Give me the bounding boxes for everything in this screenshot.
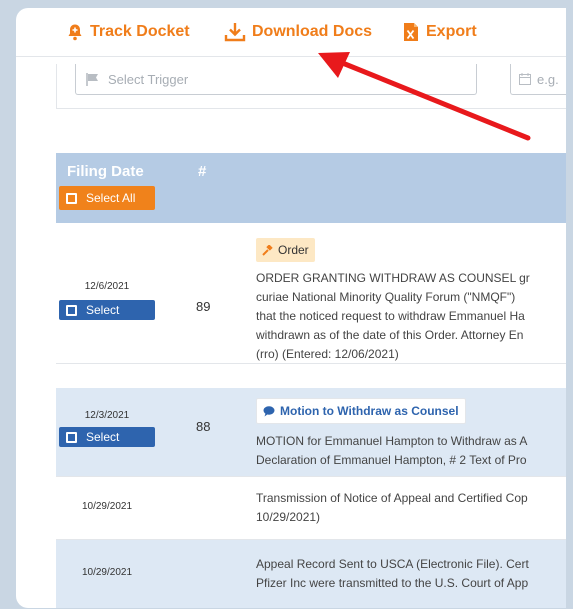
checkbox-icon	[66, 192, 77, 204]
description-line: MOTION for Emmanuel Hampton to Withdraw …	[256, 434, 528, 448]
checkbox-icon	[66, 431, 77, 443]
entry-number: 88	[196, 419, 211, 434]
description-line: 10/29/2021)	[256, 510, 321, 524]
order-badge[interactable]: Order	[256, 238, 315, 262]
table-row: 10/29/2021 Appeal Record Sent to USCA (E…	[56, 540, 566, 608]
filing-date: 12/3/2021	[84, 410, 130, 421]
excel-icon	[404, 23, 418, 41]
select-all-label: Select All	[86, 191, 136, 205]
download-docs-button[interactable]: Download Docs	[224, 21, 372, 43]
date-placeholder: e.g.	[537, 71, 559, 87]
number-header[interactable]: #	[198, 163, 206, 180]
entry-number: 89	[196, 299, 211, 314]
filing-date-header[interactable]: Filing Date	[67, 163, 144, 180]
table-row: 12/6/2021 Select 89 Order ORDER GRANTING…	[56, 223, 566, 364]
calendar-icon	[519, 73, 531, 85]
select-label: Select	[86, 303, 120, 317]
table-header: Filing Date # Select All	[56, 153, 566, 223]
gavel-icon	[262, 244, 273, 256]
download-docs-label: Download Docs	[252, 23, 373, 40]
date-input[interactable]: e.g.	[510, 64, 566, 95]
speech-bubble-icon	[263, 405, 275, 416]
filing-date: 12/6/2021	[84, 281, 130, 292]
table-row: 10/29/2021 Transmission of Notice of App…	[56, 477, 566, 540]
description-line: Declaration of Emmanuel Hampton, # 2 Tex…	[256, 453, 527, 467]
description-line: Transmission of Notice of Appeal and Cer…	[256, 491, 528, 505]
docket-panel: Track Docket Download Docs Export Select	[16, 8, 566, 608]
select-row-button[interactable]: Select	[59, 300, 155, 320]
table-row: 12/3/2021 Select 88 Motion to Withdraw a…	[56, 388, 566, 477]
description-line: (rro) (Entered: 12/06/2021)	[256, 347, 399, 361]
track-docket-label: Track Docket	[90, 23, 190, 40]
description-line: withdrawn as of the date of this Order. …	[256, 328, 524, 342]
select-row-button[interactable]: Select	[59, 427, 155, 447]
filing-date: 10/29/2021	[81, 501, 133, 512]
checkbox-icon	[66, 304, 77, 316]
entry-description[interactable]: ORDER GRANTING WITHDRAW AS COUNSEL gr cu…	[256, 269, 566, 364]
trigger-placeholder: Select Trigger	[108, 71, 189, 87]
flag-icon	[86, 72, 98, 86]
motion-badge[interactable]: Motion to Withdraw as Counsel	[256, 398, 466, 424]
select-all-button[interactable]: Select All	[59, 186, 155, 210]
badge-label: Motion to Withdraw as Counsel	[280, 404, 459, 418]
description-line: ORDER GRANTING WITHDRAW AS COUNSEL gr	[256, 271, 530, 285]
badge-label: Order	[278, 243, 309, 257]
entry-description[interactable]: MOTION for Emmanuel Hampton to Withdraw …	[256, 432, 566, 470]
description-line: that the noticed request to withdraw Emm…	[256, 309, 525, 323]
export-button[interactable]: Export	[402, 21, 477, 43]
export-label: Export	[426, 23, 477, 40]
toolbar: Track Docket Download Docs Export	[16, 8, 566, 57]
select-label: Select	[86, 430, 120, 444]
download-icon	[224, 23, 246, 42]
filing-date: 10/29/2021	[81, 567, 133, 578]
bell-plus-icon	[68, 24, 82, 41]
trigger-select[interactable]: Select Trigger	[75, 64, 477, 95]
description-line: Pfizer Inc were transmitted to the U.S. …	[256, 576, 529, 590]
entry-description[interactable]: Transmission of Notice of Appeal and Cer…	[256, 489, 566, 527]
description-line: curiae National Minority Quality Forum (…	[256, 290, 516, 304]
filter-area: Select Trigger e.g.	[56, 64, 566, 109]
track-docket-button[interactable]: Track Docket	[66, 21, 190, 43]
entry-description[interactable]: Appeal Record Sent to USCA (Electronic F…	[256, 555, 566, 593]
description-line: Appeal Record Sent to USCA (Electronic F…	[256, 557, 529, 571]
